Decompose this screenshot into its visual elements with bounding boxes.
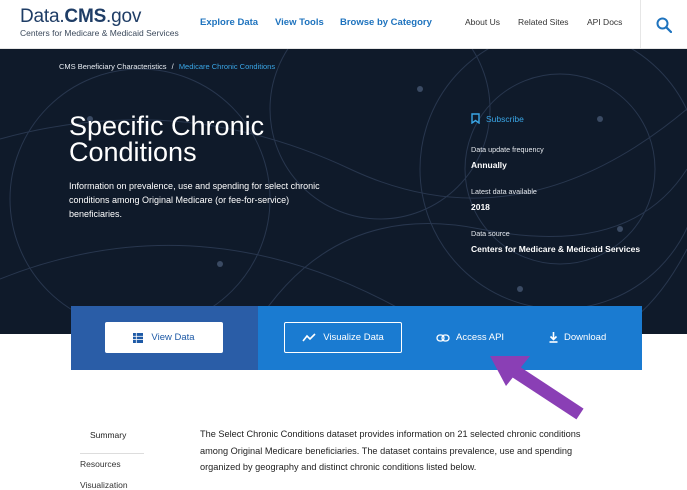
table-icon bbox=[133, 332, 144, 343]
breadcrumb-separator: / bbox=[171, 62, 174, 71]
search-button[interactable] bbox=[640, 0, 687, 49]
table-of-contents: Summary Resources Visualization bbox=[80, 430, 144, 490]
view-data-button[interactable]: View Data bbox=[105, 322, 223, 353]
access-api-button[interactable]: Access API bbox=[436, 322, 504, 353]
annotation-arrow-icon bbox=[490, 356, 584, 420]
page-title: Specific Chronic Conditions bbox=[69, 111, 265, 167]
subscribe-link[interactable]: Subscribe bbox=[471, 113, 524, 124]
nav-browse-by-category[interactable]: Browse by Category bbox=[340, 17, 432, 28]
search-icon bbox=[656, 17, 672, 33]
breadcrumb: CMS Beneficiary Characteristics / Medica… bbox=[59, 62, 275, 71]
meta-frequency-value: Annually bbox=[471, 160, 507, 170]
visualize-data-label: Visualize Data bbox=[323, 332, 384, 343]
download-button[interactable]: Download bbox=[549, 322, 606, 353]
logo-wordmark: Data.CMS.gov bbox=[20, 6, 142, 27]
breadcrumb-current[interactable]: Medicare Chronic Conditions bbox=[179, 62, 275, 71]
meta-frequency-label: Data update frequency bbox=[471, 145, 544, 154]
dataset-summary-text: The Select Chronic Conditions dataset pr… bbox=[200, 429, 581, 472]
subscribe-label: Subscribe bbox=[486, 113, 524, 124]
nav-about-us[interactable]: About Us bbox=[465, 17, 500, 27]
meta-latest-label: Latest data available bbox=[471, 187, 537, 196]
toc-item-resources[interactable]: Resources bbox=[80, 454, 144, 478]
link-icon bbox=[436, 333, 450, 342]
hero-banner: CMS Beneficiary Characteristics / Medica… bbox=[0, 49, 687, 334]
view-data-label: View Data bbox=[151, 332, 195, 343]
toc-item-visualization[interactable]: Visualization bbox=[80, 478, 144, 490]
nav-api-docs[interactable]: API Docs bbox=[587, 17, 622, 27]
meta-latest-value: 2018 bbox=[471, 202, 490, 212]
access-api-label: Access API bbox=[456, 332, 505, 343]
download-label: Download bbox=[564, 332, 607, 343]
meta-source-value: Centers for Medicare & Medicaid Services bbox=[471, 244, 641, 254]
nav-related-sites[interactable]: Related Sites bbox=[518, 17, 569, 27]
logo-subtitle: Centers for Medicare & Medicaid Services bbox=[20, 28, 179, 38]
meta-source-label: Data source bbox=[471, 229, 510, 238]
nav-explore-data[interactable]: Explore Data bbox=[200, 17, 258, 28]
breadcrumb-parent[interactable]: CMS Beneficiary Characteristics bbox=[59, 62, 167, 71]
nav-view-tools[interactable]: View Tools bbox=[275, 17, 324, 28]
toc-item-summary[interactable]: Summary bbox=[80, 430, 144, 454]
site-logo[interactable]: Data.CMS.gov Centers for Medicare & Medi… bbox=[20, 6, 179, 39]
download-icon bbox=[549, 332, 558, 343]
visualize-data-button[interactable]: Visualize Data bbox=[284, 322, 402, 353]
page-description: Information on prevalence, use and spend… bbox=[69, 181, 320, 219]
site-header: Data.CMS.gov Centers for Medicare & Medi… bbox=[0, 0, 687, 49]
bookmark-icon bbox=[471, 113, 480, 124]
trend-line-icon bbox=[302, 333, 316, 342]
